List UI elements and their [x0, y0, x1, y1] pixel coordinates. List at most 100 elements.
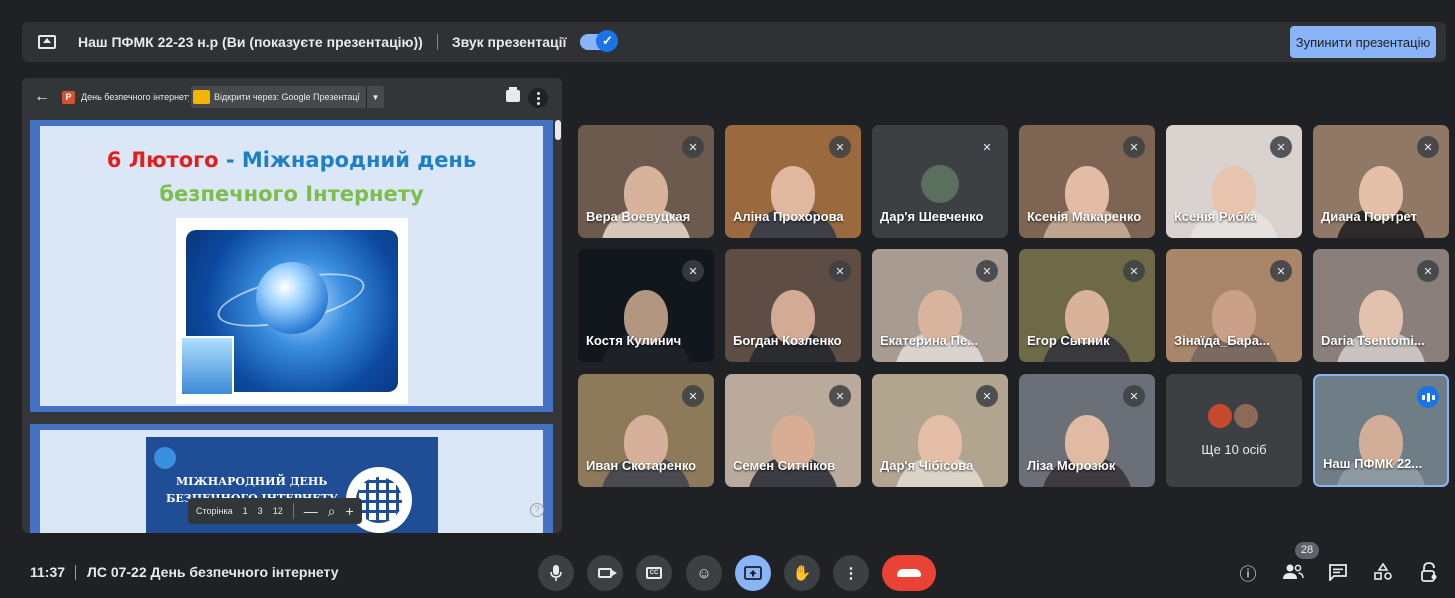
page-navigator: Сторінка 1 3 12 — ⌕ + — [188, 498, 362, 524]
presentation-sound-label: Звук презентації — [451, 34, 567, 50]
viewer-scrollbar[interactable] — [554, 116, 562, 533]
meet-window: Наш ПФМК 22-23 н.р (Ви (показуєте презен… — [0, 0, 1455, 598]
participant-name: Екатерина Пе... — [880, 333, 979, 348]
avatar-stack — [1208, 404, 1258, 428]
slide-2-line-1: МІЖНАРОДНИЙ ДЕНЬ — [176, 475, 328, 488]
internet-globe-image — [176, 218, 408, 404]
current-page[interactable]: 1 — [243, 506, 248, 516]
slide-1-dash: - — [218, 148, 242, 172]
participant-tile[interactable]: ✕ Екатерина Пе... — [872, 249, 1008, 362]
more-vert-icon[interactable] — [528, 88, 548, 108]
participant-name: Вера Воевуцкая — [586, 209, 691, 224]
mic-off-icon: ✕ — [829, 260, 851, 282]
presentation-sound-toggle[interactable]: ✓ — [580, 30, 619, 52]
zoom-icon[interactable]: ⌕ — [328, 503, 336, 520]
open-with-label: Відкрити через: Google Презентації — [214, 92, 360, 102]
camera-button[interactable] — [587, 555, 623, 591]
participant-tile[interactable]: ✕ Дар'я Чібісова — [872, 374, 1008, 487]
divider — [436, 34, 438, 50]
participant-tile[interactable]: ✕ Диана Портрет — [1313, 125, 1449, 238]
participant-tile[interactable]: ✕ Егор Сытник — [1019, 249, 1155, 362]
mic-off-icon: ✕ — [1123, 260, 1145, 282]
back-arrow-icon[interactable]: ← — [34, 88, 52, 106]
mic-off-icon: ✕ — [1270, 136, 1292, 158]
participant-tile[interactable]: ✕ Аліна Прохорова — [725, 125, 861, 238]
divider — [292, 503, 294, 519]
slide-1-heading: 6 Лютого - Міжнародний день — [40, 148, 543, 172]
emoji-button[interactable]: ☺ — [686, 555, 722, 591]
participant-name: Богдан Козленко — [733, 333, 842, 348]
mic-off-icon: ✕ — [1123, 136, 1145, 158]
emoji-icon: ☺ — [696, 564, 712, 582]
participant-tile[interactable]: ✕ Иван Скотаренко — [578, 374, 714, 487]
participant-tile[interactable]: ✕ Ліза Морозюк — [1019, 374, 1155, 487]
presentation-viewer: ← P День безпечного інтернету Відкрити ч… — [22, 78, 562, 533]
more-options-button[interactable]: ⋮ — [833, 555, 869, 591]
present-screen-icon — [38, 35, 56, 49]
more-participants-tile[interactable]: Ще 10 осіб — [1166, 374, 1302, 487]
clock: 11:37 — [30, 564, 66, 580]
zoom-in-button[interactable]: + — [346, 503, 354, 519]
participant-name: Наш ПФМК 22... — [1323, 456, 1423, 471]
participant-name: Daria Tsentomi... — [1321, 333, 1425, 348]
participant-tile[interactable]: ✕ Богдан Козленко — [725, 249, 861, 362]
raise-hand-button[interactable]: ✋ — [784, 555, 820, 591]
participant-name: Ліза Морозюк — [1027, 458, 1116, 473]
camera-icon — [598, 568, 617, 578]
presenting-bar: Наш ПФМК 22-23 н.р (Ви (показуєте презен… — [22, 22, 1446, 62]
participant-name: Аліна Прохорова — [733, 209, 844, 224]
present-screen-icon — [744, 566, 762, 580]
participant-tile[interactable]: ✕ Ксенія Рибка — [1166, 125, 1302, 238]
slide-1-title: Міжнародний день — [241, 148, 477, 172]
people-icon[interactable] — [1280, 559, 1306, 585]
mic-off-icon: ✕ — [976, 385, 998, 407]
page-label: Сторінка — [196, 506, 233, 516]
powerpoint-icon: P — [62, 90, 75, 104]
leave-call-button[interactable] — [882, 555, 936, 591]
mic-off-icon: ✕ — [976, 260, 998, 282]
hang-up-icon — [897, 569, 921, 577]
host-controls-icon[interactable] — [1416, 559, 1442, 585]
print-icon[interactable] — [506, 87, 520, 102]
mic-off-icon: ✕ — [1417, 136, 1439, 158]
bottom-bar: 11:37 ЛС 07-22 День безпечного інтернету… — [0, 542, 1455, 598]
slide-1: 6 Лютого - Міжнародний день безпечного І… — [30, 120, 553, 412]
raise-hand-icon: ✋ — [792, 565, 812, 582]
participant-tile[interactable]: ✕ Костя Кулинич — [578, 249, 714, 362]
participant-tile[interactable]: ✕ Вера Воевуцкая — [578, 125, 714, 238]
info-icon[interactable]: ⓘ — [1235, 559, 1261, 585]
total-pages: 12 — [272, 506, 283, 516]
check-icon: ✓ — [596, 30, 619, 52]
presenting-title: Наш ПФМК 22-23 н.р (Ви (показуєте презен… — [78, 34, 423, 50]
participant-tile[interactable]: ✕ Семен Ситніков — [725, 374, 861, 487]
document-title: День безпечного інтернету — [81, 92, 189, 102]
google-slides-icon — [193, 90, 210, 104]
divider — [75, 565, 76, 580]
mic-icon — [550, 565, 562, 581]
zoom-out-button[interactable]: — — [304, 503, 318, 519]
mic-button[interactable] — [538, 555, 574, 591]
stop-presenting-button[interactable]: Зупинити презентацію — [1290, 26, 1436, 58]
mic-off-icon: ✕ — [829, 385, 851, 407]
participant-name: Костя Кулинич — [586, 333, 682, 348]
present-button[interactable] — [735, 555, 771, 591]
speaking-indicator-icon — [1417, 386, 1439, 408]
participant-tile[interactable]: ✕ Ксенія Макаренко — [1019, 125, 1155, 238]
activities-icon[interactable] — [1370, 559, 1396, 585]
open-with-button[interactable]: Відкрити через: Google Презентації ▼ — [191, 86, 384, 108]
more-options-icon: ⋮ — [843, 565, 859, 582]
chat-icon[interactable] — [1325, 559, 1351, 585]
mic-off-icon: ✕ — [1417, 260, 1439, 282]
self-tile[interactable]: Наш ПФМК 22... — [1313, 374, 1449, 487]
chevron-down-icon[interactable]: ▼ — [366, 86, 384, 108]
mic-off-icon: ✕ — [682, 260, 704, 282]
participant-tile[interactable]: ✕ Дар'я Шевченко — [872, 125, 1008, 238]
page-number: 3 — [257, 506, 263, 516]
captions-button[interactable]: CC — [636, 555, 672, 591]
more-participants-label: Ще 10 осіб — [1201, 442, 1267, 457]
participant-name: Семен Ситніков — [733, 458, 836, 473]
participant-tile[interactable]: ✕ Daria Tsentomi... — [1313, 249, 1449, 362]
participant-name: Диана Портрет — [1321, 209, 1417, 224]
participant-tile[interactable]: ✕ Зінаїда_Бара... — [1166, 249, 1302, 362]
help-icon[interactable]: ? — [530, 503, 544, 517]
